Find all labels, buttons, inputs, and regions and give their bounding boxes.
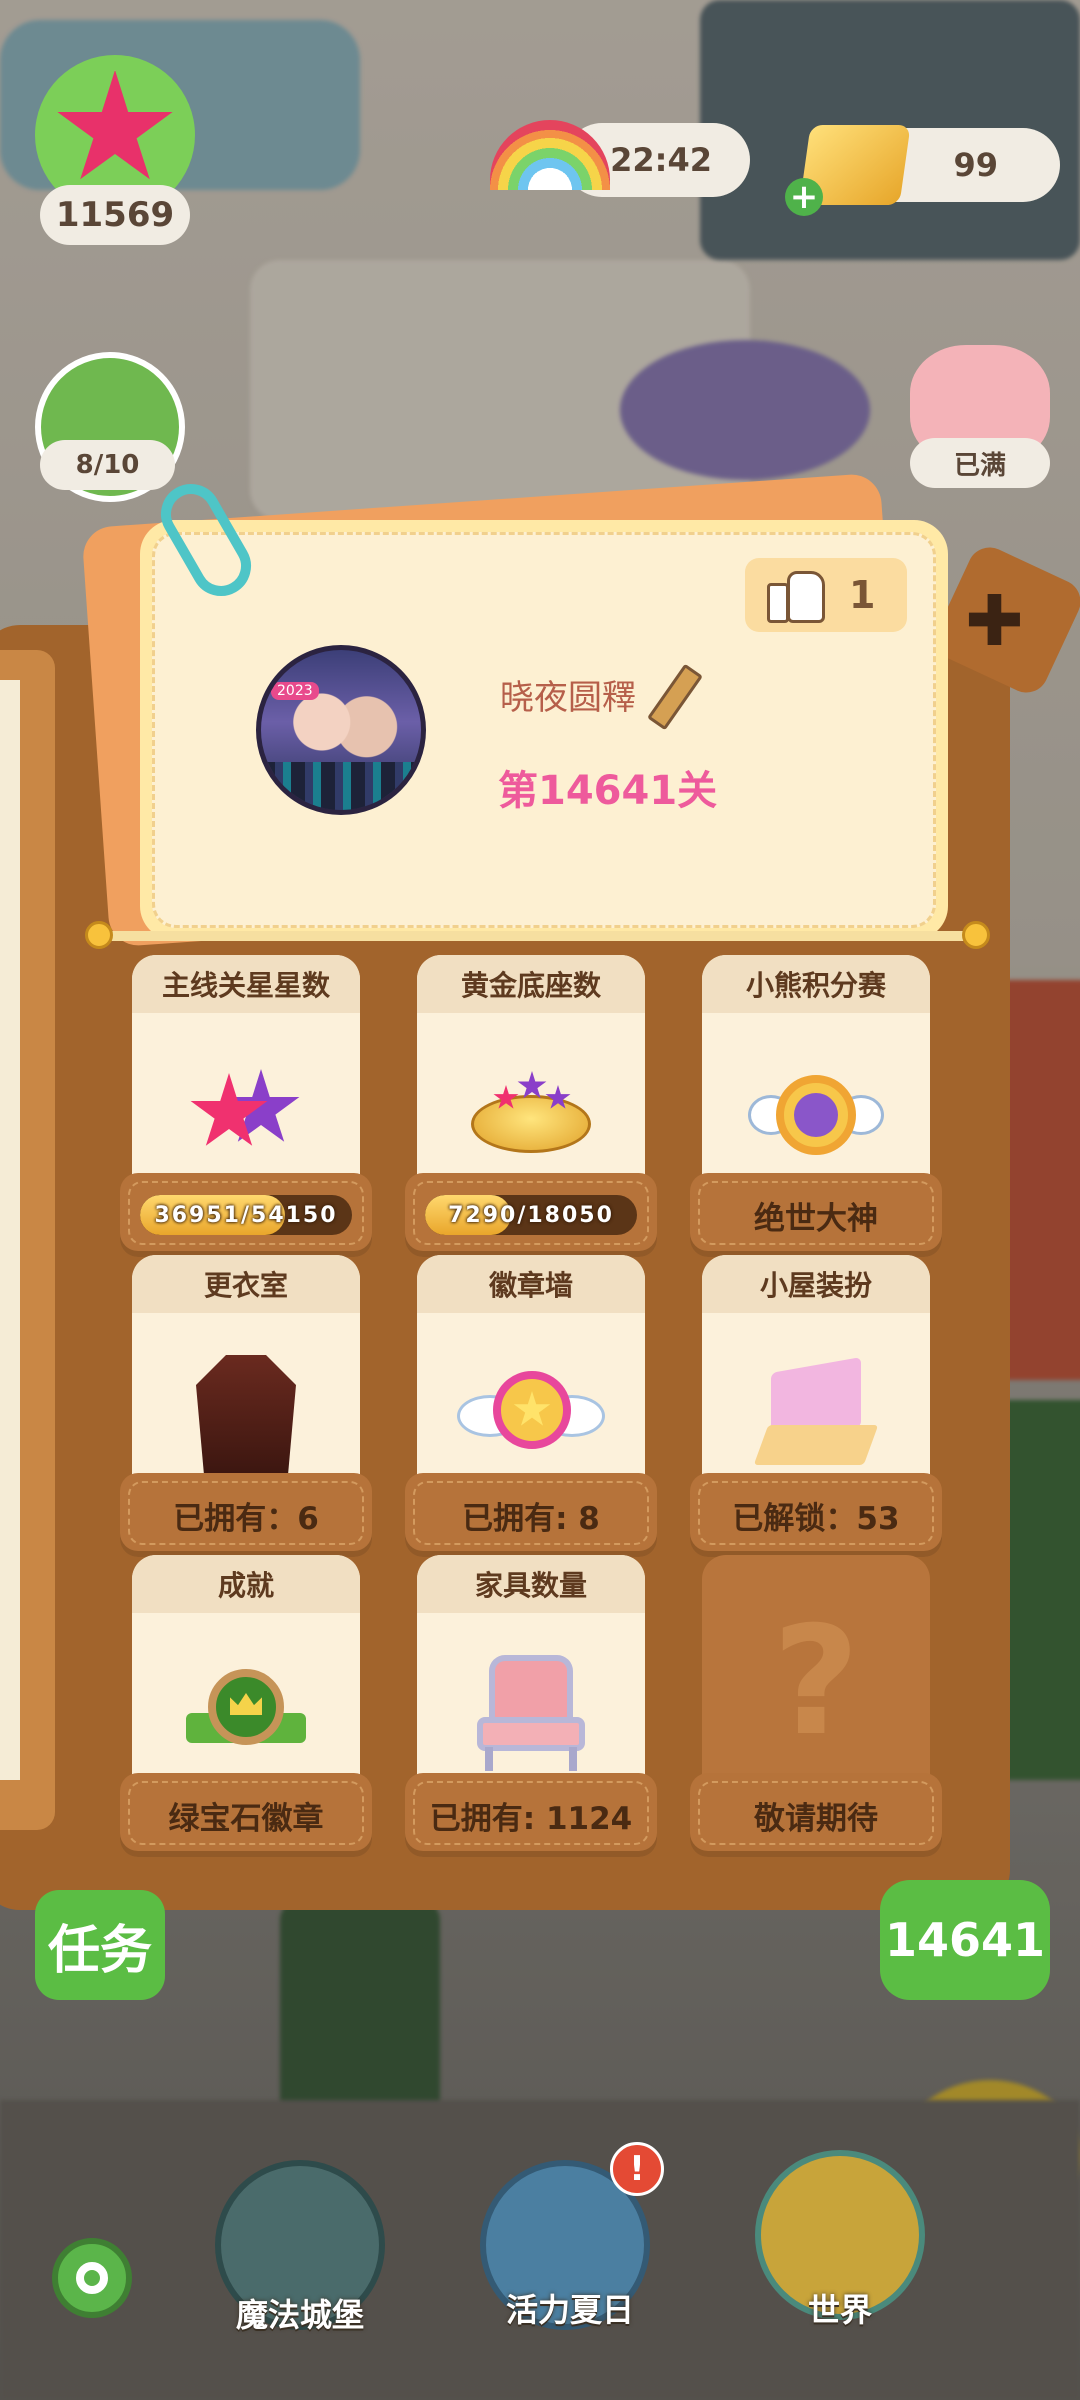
magic-castle-label[interactable]: 魔法城堡 [200,2290,400,2336]
stars-progress-text: 36951/54150 [154,1202,338,1228]
card-main-stars[interactable]: 主线关星星数 36951/54150 [120,955,372,1257]
card-title: 小屋装扮 [702,1255,930,1313]
like-count: 1 [849,573,876,617]
winged-badge-icon [457,1371,605,1455]
card-title: 小熊积分赛 [702,955,930,1013]
card-footer: 已拥有: 1124 [429,1800,633,1837]
add-gold-button[interactable]: + [785,177,823,217]
piggy-status: 已满 [910,438,1050,488]
stars-progress-bar: 36951/54150 [140,1195,352,1235]
question-icon: ? [772,1595,860,1769]
card-title: 徽章墙 [417,1255,645,1313]
star-icon [181,1065,311,1155]
card-title: 家具数量 [417,1555,645,1613]
close-icon[interactable]: ✚ [965,580,1024,662]
card-bear-contest[interactable]: 小熊积分赛 绝世大神 [690,955,942,1257]
booster-count: 8/10 [40,440,175,490]
card-achievement[interactable]: 成就 绿宝石徽章 [120,1555,372,1857]
card-footer: 已拥有: 8 [462,1500,600,1537]
card-footer: 绿宝石徽章 [168,1800,324,1837]
timer-text: 22:42 [610,141,712,179]
star-count: 11569 [40,185,190,245]
coat-icon [196,1355,296,1475]
avatar-tag: 2023 [271,682,319,700]
card-title: 主线关星星数 [132,955,360,1013]
card-title: 黄金底座数 [417,955,645,1013]
card-room-decor[interactable]: 小屋装扮 已解锁：53 [690,1255,942,1557]
card-wardrobe[interactable]: 更衣室 已拥有：6 [120,1255,372,1557]
like-button[interactable]: 1 [745,558,907,632]
level-button[interactable]: 14641 [880,1880,1050,2000]
gold-progress-bar: 7290/18050 [425,1195,637,1235]
nickname: 晓夜圆釋 [500,678,636,718]
divider-rail [95,931,975,941]
card-footer: 已拥有：6 [173,1500,319,1537]
avatar[interactable]: 2023 [256,645,426,815]
alert-badge: ! [610,2142,664,2196]
task-button[interactable]: 任务 [35,1890,165,2000]
gear-icon[interactable] [52,2238,132,2318]
card-title: 更衣室 [132,1255,360,1313]
emerald-badge-icon [186,1665,306,1775]
card-footer: 绝世大神 [754,1200,878,1237]
gold-progress-text: 7290/18050 [448,1202,614,1228]
card-footer: 已解锁：53 [732,1500,900,1537]
card-coming-soon: ? 敬请期待 [690,1555,942,1857]
room-icon [753,1357,879,1465]
gold-count: 99 [953,146,998,184]
thumbs-up-icon [767,567,825,623]
card-badge-wall[interactable]: 徽章墙 已拥有: 8 [405,1255,657,1557]
card-furniture[interactable]: 家具数量 已拥有: 1124 [405,1555,657,1857]
card-gold-bases[interactable]: 黄金底座数 7290/18050 [405,955,657,1257]
card-footer: 敬请期待 [754,1800,878,1837]
player-level: 第14641关 [498,768,718,814]
chair-icon [471,1655,591,1775]
gold-base-icon [471,1065,591,1155]
summer-event-label[interactable]: 活力夏日 [470,2285,670,2331]
world-label[interactable]: 世界 [740,2285,940,2331]
bear-medal-icon [748,1055,884,1175]
card-title: 成就 [132,1555,360,1613]
